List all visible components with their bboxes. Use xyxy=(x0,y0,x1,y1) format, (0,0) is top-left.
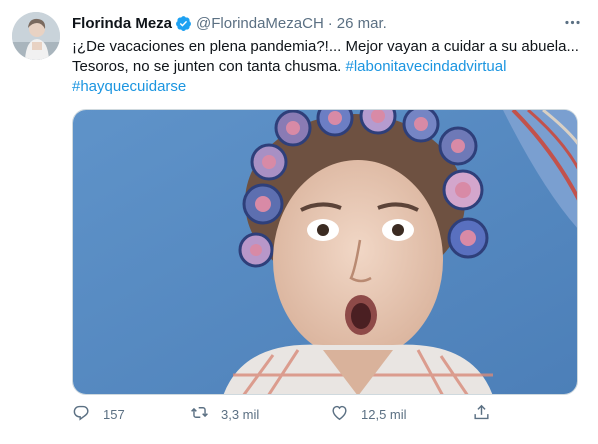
tweet-text-line-1: ¡¿De vacaciones en plena pandemia?!... M… xyxy=(72,38,579,55)
tweet-text-line-3: #hayquecuidarse xyxy=(72,77,582,97)
share-icon xyxy=(472,403,491,425)
avatar[interactable] xyxy=(12,12,60,60)
tweet-date[interactable]: 26 mar. xyxy=(337,15,387,32)
tweet-text: ¡¿De vacaciones en plena pandemia?!... M… xyxy=(72,37,582,97)
like-button[interactable]: 12,5 mil xyxy=(330,398,407,430)
hashtag-link[interactable]: #hayquecuidarse xyxy=(72,78,186,95)
retweet-icon xyxy=(190,403,209,425)
tweet-card[interactable]: Florinda Meza @FlorindaMezaCH · 26 mar. … xyxy=(0,0,598,444)
reply-button[interactable]: 157 xyxy=(72,398,125,430)
verified-badge-icon xyxy=(175,15,192,32)
separator-dot: · xyxy=(327,14,333,32)
reply-icon xyxy=(72,403,91,425)
like-count: 12,5 mil xyxy=(361,406,407,422)
retweet-count: 3,3 mil xyxy=(221,406,260,422)
woman-with-hair-rollers-photo xyxy=(73,110,577,394)
heart-icon xyxy=(330,403,349,425)
tweet-media[interactable] xyxy=(72,109,578,395)
tweet-content: Florinda Meza @FlorindaMezaCH · 26 mar. … xyxy=(72,12,580,97)
tweet-text-body: Tesoros, no se junten con tanta chusma. xyxy=(72,58,342,75)
hashtag-link[interactable]: #labonitavecindadvirtual xyxy=(346,58,507,75)
more-options-icon[interactable] xyxy=(560,10,584,34)
author-handle[interactable]: @FlorindaMezaCH xyxy=(196,15,324,32)
share-button[interactable] xyxy=(472,398,491,430)
tweet-text-line-2: Tesoros, no se junten con tanta chusma. … xyxy=(72,57,582,77)
avatar-photo xyxy=(12,12,60,60)
tweet-actions: 157 3,3 mil 12,5 mil xyxy=(72,398,572,430)
retweet-button[interactable]: 3,3 mil xyxy=(190,398,259,430)
reply-count: 157 xyxy=(103,406,125,422)
tweet-header: Florinda Meza @FlorindaMezaCH · 26 mar. xyxy=(72,12,580,34)
author-name[interactable]: Florinda Meza xyxy=(72,15,172,32)
